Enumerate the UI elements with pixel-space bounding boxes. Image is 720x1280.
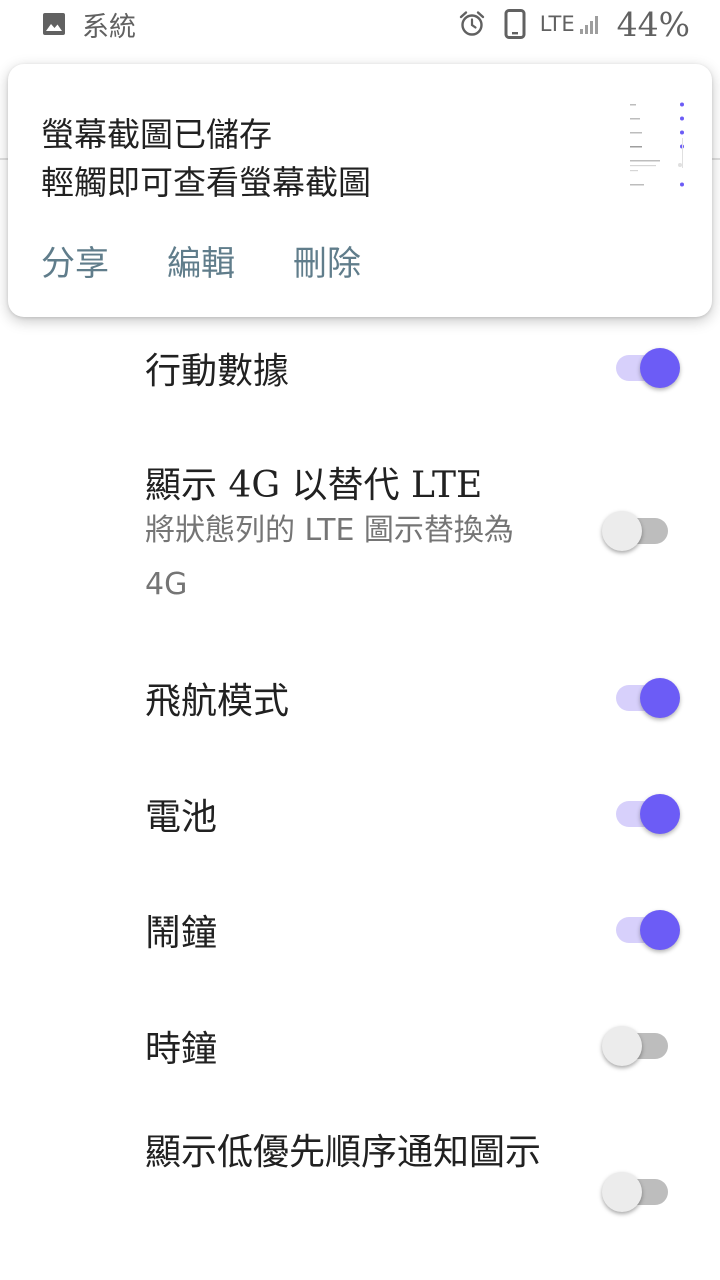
setting-title: 飛航模式	[145, 681, 290, 722]
setting-title: 電池	[145, 797, 218, 838]
setting-row-mobile-data[interactable]: 行動數據	[0, 318, 720, 418]
setting-row-clock[interactable]: 時鐘	[0, 996, 720, 1096]
battery-switch[interactable]	[598, 789, 684, 839]
clock-switch[interactable]	[598, 1021, 684, 1071]
alarm-switch[interactable]	[598, 905, 684, 955]
status-bar-right: LTE 44%	[458, 4, 690, 44]
setting-row-show-4g[interactable]: 顯示 4G 以替代 LTE 將狀態列的 LTE 圖示替換為 4G	[0, 438, 720, 618]
setting-row-battery[interactable]: 電池	[0, 764, 720, 864]
delete-button[interactable]: 刪除	[293, 236, 361, 285]
switch-thumb	[602, 1172, 642, 1212]
notification-title: 螢幕截圖已儲存	[41, 115, 272, 154]
share-button[interactable]: 分享	[41, 236, 109, 285]
network-type: LTE	[539, 12, 575, 36]
airplane-mode-switch[interactable]	[598, 673, 684, 723]
status-bar-left: 系統	[42, 8, 136, 43]
phone-icon	[504, 9, 526, 39]
switch-thumb	[602, 1026, 642, 1066]
screenshot-thumbnail[interactable]	[618, 94, 684, 214]
setting-row-low-priority-icons[interactable]: 顯示低優先順序通知圖示	[0, 1112, 720, 1280]
notification-actions: 分享 編輯 刪除	[41, 236, 419, 285]
setting-title: 顯示低優先順序通知圖示	[145, 1132, 542, 1173]
notification-text: 輕觸即可查看螢幕截圖	[41, 163, 371, 202]
switch-thumb	[640, 794, 680, 834]
status-bar: 系統 LTE 44%	[0, 0, 720, 48]
alarm-clock-icon	[459, 11, 484, 36]
setting-title: 行動數據	[145, 351, 290, 392]
switch-thumb	[640, 910, 680, 950]
show-4g-switch[interactable]	[598, 506, 684, 556]
setting-title: 顯示 4G 以替代 LTE	[145, 465, 483, 506]
status-app-label: 系統	[82, 11, 136, 43]
switch-thumb	[640, 678, 680, 718]
low-priority-icons-switch[interactable]	[598, 1167, 684, 1217]
mobile-data-switch[interactable]	[598, 343, 684, 393]
setting-summary: 將狀態列的 LTE 圖示替換為 4G	[145, 513, 514, 602]
switch-thumb	[602, 511, 642, 551]
battery-percentage: 44%	[616, 4, 690, 44]
setting-row-alarm[interactable]: 鬧鐘	[0, 880, 720, 980]
edit-button[interactable]: 編輯	[167, 236, 235, 285]
setting-row-airplane-mode[interactable]: 飛航模式	[0, 648, 720, 748]
setting-title: 鬧鐘	[145, 913, 218, 954]
screenshot-notification[interactable]: 螢幕截圖已儲存 輕觸即可查看螢幕截圖 分享 編輯 刪除	[8, 64, 712, 317]
image-icon	[43, 13, 65, 35]
signal-bars-icon	[579, 16, 598, 34]
setting-title: 時鐘	[145, 1029, 218, 1070]
switch-thumb	[640, 348, 680, 388]
